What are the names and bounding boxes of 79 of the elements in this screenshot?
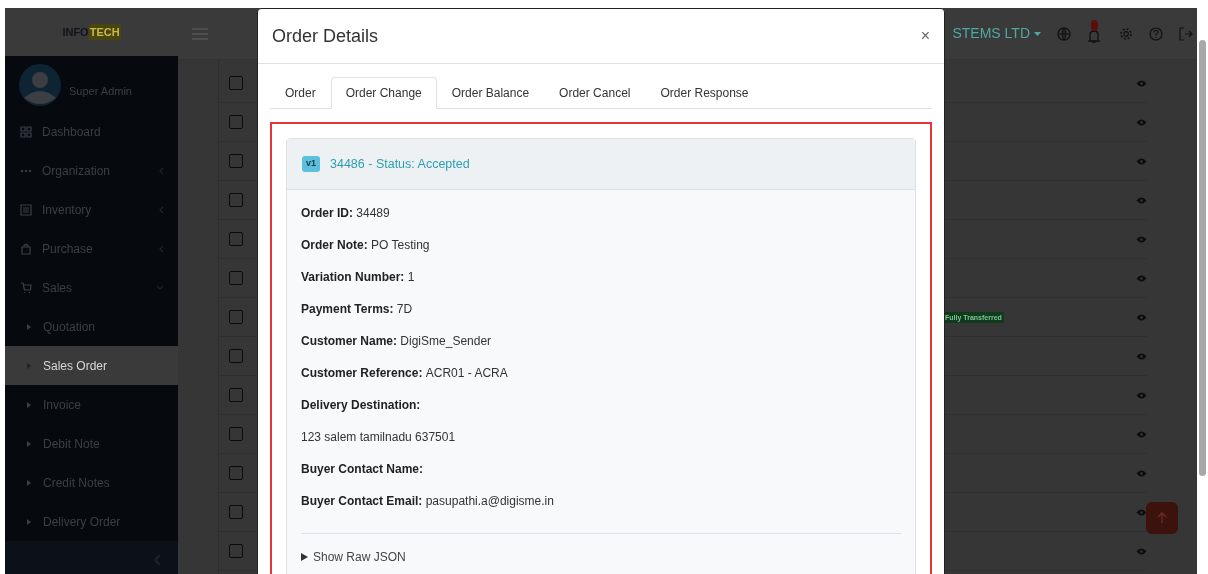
version-badge: v1 (302, 156, 320, 172)
tab[interactable]: Order (270, 77, 331, 109)
row-checkbox[interactable] (229, 232, 243, 246)
row-checkbox[interactable] (229, 466, 243, 480)
row-checkbox[interactable] (229, 349, 243, 363)
close-button[interactable]: × (920, 28, 930, 44)
caret-icon (27, 401, 31, 408)
field-line: Variation Number: 1 (301, 269, 416, 286)
user-name: Super Admin (69, 83, 132, 99)
scroll-top-button[interactable] (1146, 502, 1178, 534)
field-line: Buyer Contact Name: (301, 461, 425, 478)
sidebar-subitem[interactable]: Invoice (5, 385, 178, 424)
row-checkbox[interactable] (229, 115, 243, 129)
bell-icon[interactable] (1087, 28, 1101, 44)
row-checkbox[interactable] (229, 193, 243, 207)
raw-json-toggle[interactable]: Show Raw JSON (301, 548, 406, 566)
view-icon[interactable] (1136, 508, 1147, 516)
field-line: Payment Terms: 7D (301, 301, 414, 318)
sidebar-item[interactable]: Dashboard (5, 112, 178, 151)
view-icon[interactable] (1136, 196, 1147, 204)
row-checkbox[interactable] (229, 427, 243, 441)
sidebar-subitem[interactable]: Credit Notes (5, 463, 178, 502)
view-icon[interactable] (1136, 313, 1147, 321)
row-checkbox[interactable] (229, 544, 243, 558)
caret-down-icon[interactable] (1034, 31, 1041, 36)
view-icon[interactable] (1136, 469, 1147, 477)
logout-icon[interactable] (1179, 26, 1193, 41)
collapse-icon[interactable] (154, 554, 162, 566)
field-line: Customer Reference: ACR01 - ACRA (301, 365, 509, 382)
caret-icon (27, 479, 31, 486)
grid-icon (20, 125, 32, 138)
field-line: Delivery Destination: (301, 397, 422, 414)
modal-title: Order Details (272, 24, 379, 48)
arrow-up-icon (1157, 512, 1167, 524)
sidebar-subitem[interactable]: Debit Note (5, 424, 178, 463)
tab[interactable]: Order Cancel (544, 77, 646, 109)
list-icon (20, 203, 32, 216)
settings-icon[interactable] (1119, 26, 1133, 41)
row-checkbox[interactable] (229, 388, 243, 402)
card-title: 34486 - Status: Accepted (330, 155, 470, 173)
avatar-icon (19, 64, 61, 106)
tab[interactable]: Order Balance (436, 77, 545, 109)
view-icon[interactable] (1136, 274, 1147, 282)
view-icon[interactable] (1136, 118, 1147, 126)
field-line: Order Note: PO Testing (301, 237, 431, 254)
row-checkbox[interactable] (229, 76, 243, 90)
help-icon[interactable] (1149, 26, 1163, 41)
view-icon[interactable] (1136, 157, 1147, 165)
bag-icon (20, 242, 32, 255)
sidebar-item[interactable]: Purchase (5, 229, 178, 268)
caret-icon (27, 440, 31, 447)
row-checkbox[interactable] (229, 310, 243, 324)
sidebar-subitem[interactable]: Sales Order (5, 346, 178, 385)
row-checkbox[interactable] (229, 505, 243, 519)
sidebar-item[interactable]: Inventory (5, 190, 178, 229)
view-icon[interactable] (1136, 352, 1147, 360)
field-line: Buyer Contact Email: pasupathi.a@digisme.in (301, 493, 555, 510)
sidebar-item[interactable]: Sales (5, 268, 178, 307)
field-line: Customer Name: DigiSme_Sender (301, 333, 493, 350)
cart-icon (20, 281, 32, 294)
row-checkbox[interactable] (229, 271, 243, 285)
row-checkbox[interactable] (229, 154, 243, 168)
view-icon[interactable] (1136, 235, 1147, 243)
caret-icon (27, 518, 31, 525)
tab[interactable]: Order Change (330, 77, 437, 109)
tab[interactable]: Order Response (645, 77, 764, 109)
field-line: Order ID: 34489 (301, 205, 391, 222)
view-icon[interactable] (1136, 79, 1147, 87)
view-icon[interactable] (1136, 430, 1147, 438)
company-dropdown[interactable]: STEMS LTD (952, 23, 1030, 44)
view-icon[interactable] (1136, 391, 1147, 399)
view-icon[interactable] (1136, 547, 1147, 555)
caret-icon (27, 323, 31, 330)
globe-icon[interactable] (1057, 26, 1071, 41)
notification-badge (1091, 19, 1098, 31)
sidebar-subitem[interactable]: Delivery Order (5, 502, 178, 541)
sidebar-subitem[interactable]: Quotation (5, 307, 178, 346)
sidebar-item[interactable]: Organization (5, 151, 178, 190)
address-text: 123 salem tamilnadu 637501 (301, 429, 457, 446)
